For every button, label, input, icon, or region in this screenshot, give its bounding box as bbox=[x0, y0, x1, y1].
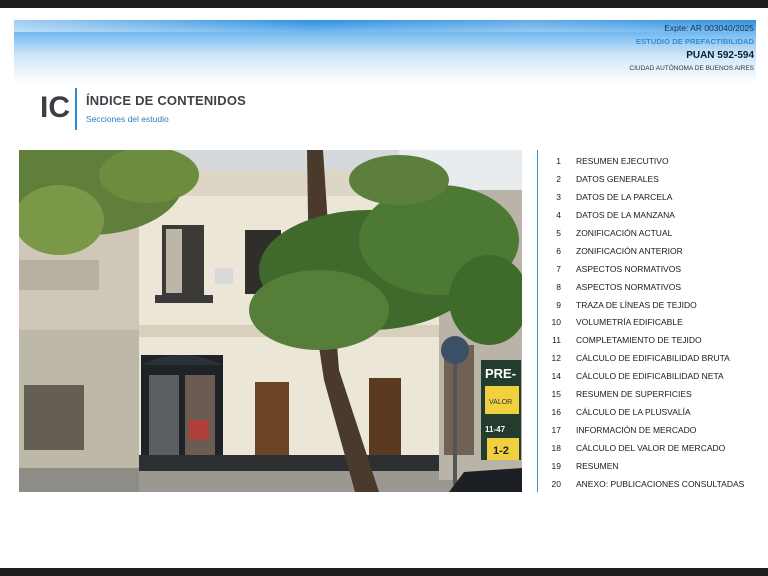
toc-item-label: VOLUMETRÍA EDIFICABLE bbox=[576, 317, 683, 328]
toc-item-number: 17 bbox=[551, 425, 561, 436]
toc-item-label: CÁLCULO DE EDIFICABILIDAD BRUTA bbox=[576, 353, 730, 364]
section-code: IC bbox=[40, 91, 70, 124]
toc-item-number: 12 bbox=[551, 353, 561, 364]
toc-item-label: DATOS DE LA MANZANA bbox=[576, 209, 675, 220]
toc-item-label: ZONIFICACIÓN ACTUAL bbox=[576, 227, 673, 238]
toc-item-label: COMPLETAMIENTO DE TEJIDO bbox=[576, 335, 702, 346]
toc-item-number: 19 bbox=[551, 460, 561, 471]
toc-item-label: RESUMEN bbox=[576, 460, 619, 471]
page-subtitle: Secciones del estudio bbox=[86, 114, 169, 124]
toc-item-label: CÁLCULO DE EDIFICABILIDAD NETA bbox=[576, 371, 724, 382]
toc-item: 18 CÁLCULO DEL VALOR DE MERCADO bbox=[541, 440, 761, 458]
toc-item-number: 6 bbox=[556, 245, 561, 256]
toc-item-label: ASPECTOS NORMATIVOS bbox=[576, 281, 682, 292]
toc-divider bbox=[537, 150, 538, 492]
expediente-number: Expte: AR 003040/2025 bbox=[664, 23, 754, 33]
toc-item-number: 8 bbox=[556, 281, 561, 292]
toc-item: 4 DATOS DE LA MANZANA bbox=[541, 207, 761, 225]
toc-item-number: 9 bbox=[556, 299, 561, 310]
banner-shine bbox=[14, 20, 756, 32]
toc-item-label: RESUMEN EJECUTIVO bbox=[576, 156, 669, 166]
sign-pre-text: PRE- bbox=[485, 366, 516, 381]
toc-item-label: CÁLCULO DEL VALOR DE MERCADO bbox=[576, 443, 726, 453]
sign-valor-text: VALOR bbox=[489, 399, 512, 406]
bottom-frame-bar bbox=[0, 568, 768, 576]
toc-item-label: RESUMEN DE SUPERFICIES bbox=[576, 389, 692, 400]
toc-item-label: INFORMACIÓN DE MERCADO bbox=[576, 425, 697, 436]
toc-item: 9 TRAZA DE LÍNEAS DE TEJIDO bbox=[541, 297, 761, 315]
sign-number-text: 1-2 bbox=[493, 445, 509, 457]
toc-item-number: 10 bbox=[551, 317, 561, 328]
toc-item: 19 RESUMEN bbox=[541, 458, 761, 476]
toc-item: 7 ASPECTOS NORMATIVOS bbox=[541, 261, 761, 279]
toc-item-label: DATOS GENERALES bbox=[576, 173, 659, 184]
toc-item-label: ANEXO: PUBLICACIONES CONSULTADAS bbox=[576, 478, 745, 489]
building-photo: PRE- VALOR 11-47 1-2 bbox=[19, 150, 522, 492]
toc-item-number: 4 bbox=[556, 209, 561, 220]
toc-item: 8 ASPECTOS NORMATIVOS bbox=[541, 279, 761, 297]
toc-item-number: 5 bbox=[556, 227, 561, 238]
toc-item: 16 CÁLCULO DE LA PLUSVALÍA bbox=[541, 404, 761, 422]
table-of-contents: 1 RESUMEN EJECUTIVO 2 DATOS GENERALES 3 DATOS… bbox=[541, 153, 761, 494]
toc-item-number: 1 bbox=[556, 156, 561, 166]
section-divider bbox=[75, 88, 77, 130]
toc-item: 1 RESUMEN EJECUTIVO bbox=[541, 153, 761, 171]
toc-item-number: 20 bbox=[551, 478, 561, 489]
toc-item-number: 18 bbox=[551, 443, 561, 453]
toc-item-label: CÁLCULO DE LA PLUSVALÍA bbox=[576, 407, 691, 418]
study-type: ESTUDIO DE PREFACTIBILIDAD bbox=[635, 37, 754, 46]
toc-item: 20 ANEXO: PUBLICACIONES CONSULTADAS bbox=[541, 476, 761, 494]
toc-item-label: DATOS DE LA PARCELA bbox=[576, 191, 673, 202]
property-address: PUAN 592-594 bbox=[686, 50, 754, 61]
toc-item-number: 16 bbox=[551, 407, 561, 418]
toc-item: 5 ZONIFICACIÓN ACTUAL bbox=[541, 225, 761, 243]
toc-item-label: ZONIFICACIÓN ANTERIOR bbox=[576, 245, 683, 256]
toc-item-number: 11 bbox=[552, 335, 561, 346]
toc-item-label: ASPECTOS NORMATIVOS bbox=[576, 263, 682, 274]
header-banner bbox=[14, 20, 756, 84]
toc-item: 11 COMPLETAMIENTO DE TEJIDO bbox=[541, 332, 761, 350]
sign-phone-text: 11-47 bbox=[485, 425, 506, 434]
city-name: CIUDAD AUTÓNOMA DE BUENOS AIRES bbox=[629, 65, 754, 72]
toc-item: 10 VOLUMETRÍA EDIFICABLE bbox=[541, 314, 761, 332]
top-frame-bar bbox=[0, 0, 768, 8]
page-title: ÍNDICE DE CONTENIDOS bbox=[86, 93, 247, 108]
toc-item: 15 RESUMEN DE SUPERFICIES bbox=[541, 386, 761, 404]
toc-item: 17 INFORMACIÓN DE MERCADO bbox=[541, 422, 761, 440]
toc-item-number: 7 bbox=[556, 263, 561, 274]
toc-item: 3 DATOS DE LA PARCELA bbox=[541, 189, 761, 207]
toc-item-number: 3 bbox=[556, 191, 561, 202]
toc-item: 2 DATOS GENERALES bbox=[541, 171, 761, 189]
toc-item: 14 CÁLCULO DE EDIFICABILIDAD NETA bbox=[541, 368, 761, 386]
building-photo-illustration: PRE- VALOR 11-47 1-2 bbox=[19, 150, 522, 492]
toc-item-number: 14 bbox=[551, 371, 561, 382]
toc-item-label: TRAZA DE LÍNEAS DE TEJIDO bbox=[576, 299, 697, 310]
toc-item-number: 2 bbox=[556, 173, 561, 184]
toc-item: 12 CÁLCULO DE EDIFICABILIDAD BRUTA bbox=[541, 350, 761, 368]
toc-item: 6 ZONIFICACIÓN ANTERIOR bbox=[541, 243, 761, 261]
toc-item-number: 15 bbox=[551, 389, 561, 400]
